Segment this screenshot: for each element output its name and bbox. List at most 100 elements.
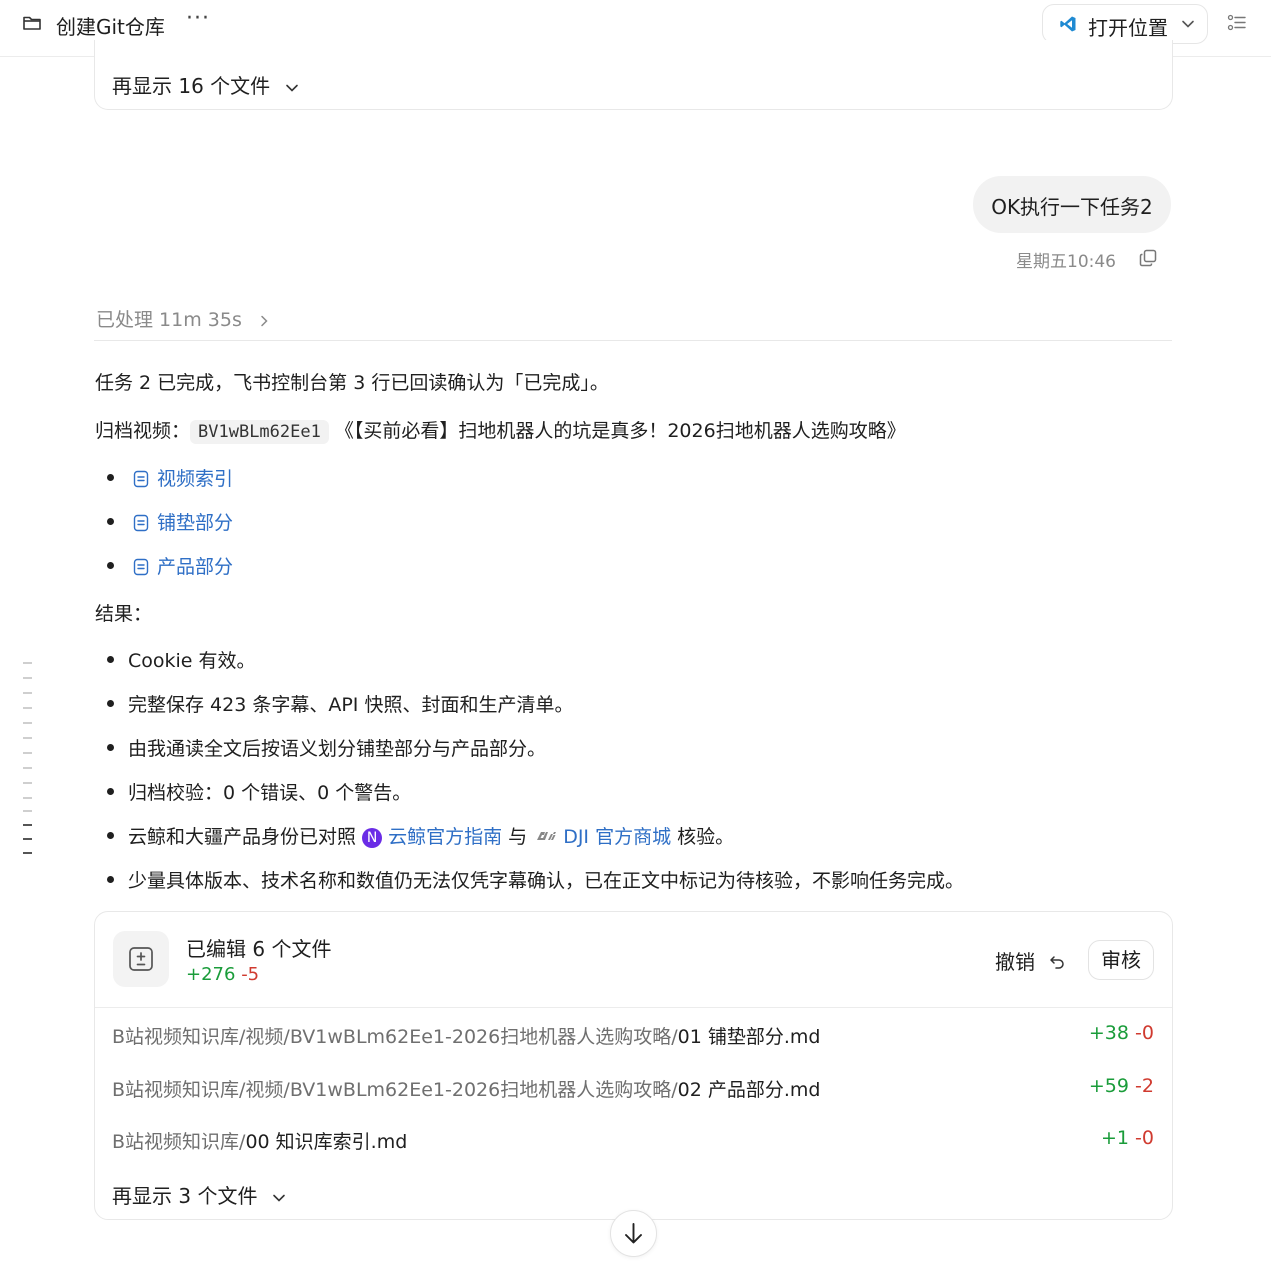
dji-logo [537,832,557,840]
copy-icon[interactable] [1138,248,1158,268]
show-more-label: 再显示 3 个文件 [112,1184,258,1208]
link-dji-store[interactable]: DJI 官方商城 [563,826,671,848]
doc-icon [133,470,149,488]
bullet [107,474,114,481]
video-id-code: BV1wBLm62Ee1 [190,420,329,444]
file-diff: +38 -0 [1089,1022,1154,1044]
file-name: 02 产品部分.md [677,1079,821,1101]
bullet [107,788,114,795]
edited-files-title: 已编辑 6 个文件 [186,937,332,961]
folder-icon [23,16,41,30]
file-diff: +1 -0 [1101,1127,1154,1149]
file-row[interactable]: B站视频知识库/视频/BV1wBLm62Ee1-2026扫地机器人选购攻略/01… [112,1022,1154,1049]
more-icon[interactable]: ··· [186,6,210,31]
file-name: 00 知识库索引.md [245,1131,408,1153]
list-icon[interactable] [1227,13,1247,33]
file-added: +38 [1088,1022,1129,1044]
verify-prefix: 云鲸和大疆产品身份已对照 [128,826,357,848]
diff-icon [129,947,153,971]
reply-line-status: 任务 2 已完成，飞书控制台第 3 行已回读确认为「已完成」。 [95,372,609,394]
file-removed: -2 [1135,1075,1154,1097]
review-button[interactable]: 审核 [1088,940,1154,980]
result-item: 由我通读全文后按语义划分铺垫部分与产品部分。 [128,738,547,760]
scroll-marker[interactable] [23,767,32,769]
verify-suffix: 核验。 [677,826,735,848]
open-location-button[interactable]: 打开位置 [1042,4,1208,44]
result-label: 结果： [95,603,153,625]
file-dir: B站视频知识库/视频/BV1wBLm62Ee1-2026扫地机器人选购攻略/ [112,1079,678,1101]
file-row[interactable]: B站视频知识库/00 知识库索引.md +1 -0 [112,1127,1154,1154]
scroll-marker[interactable] [23,797,32,799]
archive-prefix: 归档视频： [95,420,191,442]
chevron-down-icon [1182,20,1194,28]
bullet [107,744,114,751]
scroll-marker-active[interactable] [23,824,32,826]
page-title: 创建Git仓库 [56,15,165,39]
divider [94,340,1172,341]
n-badge-icon: N [362,828,383,848]
reply-line-archive: 归档视频： BV1wBLm62Ee1 《【买前必看】扫地机器人的坑是真多！2026扫… [95,416,906,444]
scroll-marker[interactable] [23,722,32,724]
scroll-marker[interactable] [23,692,32,694]
undo-label: 撤销 [995,950,1035,974]
edited-files-card: 已编辑 6 个文件 +276 -5 撤销 审核 B站视频知识库/视频/BV1wB… [94,911,1173,1220]
chevron-right-icon [261,315,268,326]
scroll-marker[interactable] [23,782,32,784]
doc-link-intro[interactable]: 铺垫部分 [133,508,233,535]
processed-label: 已处理 11m 35s [96,309,242,331]
result-item: 少量具体版本、技术名称和数值仍无法仅凭字幕确认，已在正文中标记为待核验，不影响任… [128,870,965,892]
processed-toggle[interactable]: 已处理 11m 35s [96,305,270,332]
doc-icon [133,558,149,576]
arrow-down-icon [625,1223,642,1244]
user-message-bubble: OK执行一下任务2 [973,176,1171,233]
bullet [107,656,114,663]
scroll-marker[interactable] [23,677,32,679]
show-more-edited-files-button[interactable]: 再显示 3 个文件 [112,1180,286,1209]
result-item: Cookie 有效。 [128,650,256,672]
bullet [107,832,114,839]
file-diff: +59 -2 [1089,1075,1154,1097]
scroll-marker[interactable] [23,662,32,664]
scroll-marker-active[interactable] [23,852,32,854]
show-more-files-button[interactable]: 再显示 16 个文件 [112,70,299,99]
doc-link-video-index[interactable]: 视频索引 [133,464,233,491]
doc-link-label: 产品部分 [157,556,234,578]
doc-link-products[interactable]: 产品部分 [133,552,233,579]
video-title: 《【买前必看】扫地机器人的坑是真多！2026扫地机器人选购攻略》 [334,420,906,442]
message-timestamp: 星期五10:46 [1016,252,1116,272]
doc-icon [133,514,149,532]
file-row[interactable]: B站视频知识库/视频/BV1wBLm62Ee1-2026扫地机器人选购攻略/02… [112,1075,1154,1102]
file-added: +1 [1100,1127,1129,1149]
result-item: 归档校验：0 个错误、0 个警告。 [128,782,412,804]
result-item: 完整保存 423 条字幕、API 快照、封面和生产清单。 [128,694,574,716]
link-yunjing-guide[interactable]: 云鲸官方指南 [388,826,502,848]
file-removed: -0 [1135,1127,1154,1149]
file-dir: B站视频知识库/ [112,1131,246,1153]
doc-link-label: 铺垫部分 [157,512,234,534]
bullet [107,876,114,883]
show-more-label: 再显示 16 个文件 [112,74,271,98]
added-count: +276 [186,964,236,985]
doc-link-label: 视频索引 [157,468,234,490]
scroll-to-bottom-button[interactable] [610,1210,657,1257]
scroll-marker-active[interactable] [23,838,32,840]
removed-count: -5 [241,964,260,985]
verify-mid: 与 [508,826,528,848]
file-added: +59 [1088,1075,1129,1097]
bullet [107,700,114,707]
scroll-marker[interactable] [23,737,32,739]
file-removed: -0 [1135,1022,1154,1044]
undo-icon [1050,956,1065,969]
result-item-verify: 云鲸和大疆产品身份已对照 N 云鲸官方指南 与 DJI 官方商城 核验。 [128,822,734,849]
chevron-down-icon [273,1194,285,1202]
scroll-marker[interactable] [23,752,32,754]
chat-page: 创建Git仓库 ··· 打开位置 再显示 16 个文件 OK执行一下任务2 星期… [0,0,1271,1280]
scroll-marker[interactable] [23,810,32,812]
chevron-down-icon [285,84,298,92]
file-name: 01 铺垫部分.md [677,1026,821,1048]
undo-button[interactable]: 撤销 [995,946,1065,975]
user-message-text: OK执行一下任务2 [991,195,1153,219]
bullet [107,518,114,525]
scroll-marker[interactable] [23,707,32,709]
diff-icon-box [113,931,169,987]
